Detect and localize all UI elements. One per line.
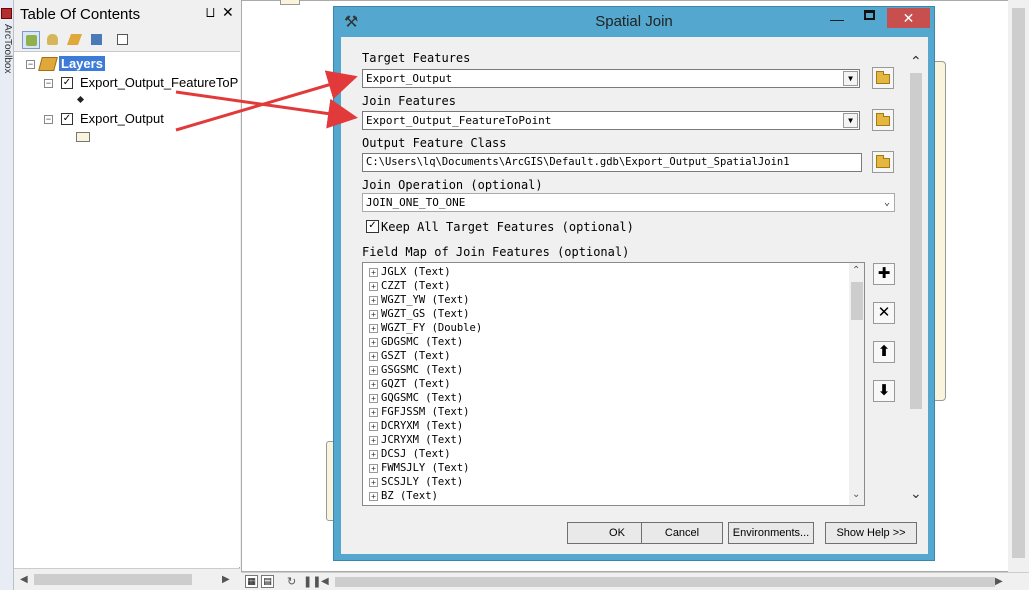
arrow-layer2-to-target	[175, 70, 358, 132]
annotation-arrows	[175, 70, 358, 132]
